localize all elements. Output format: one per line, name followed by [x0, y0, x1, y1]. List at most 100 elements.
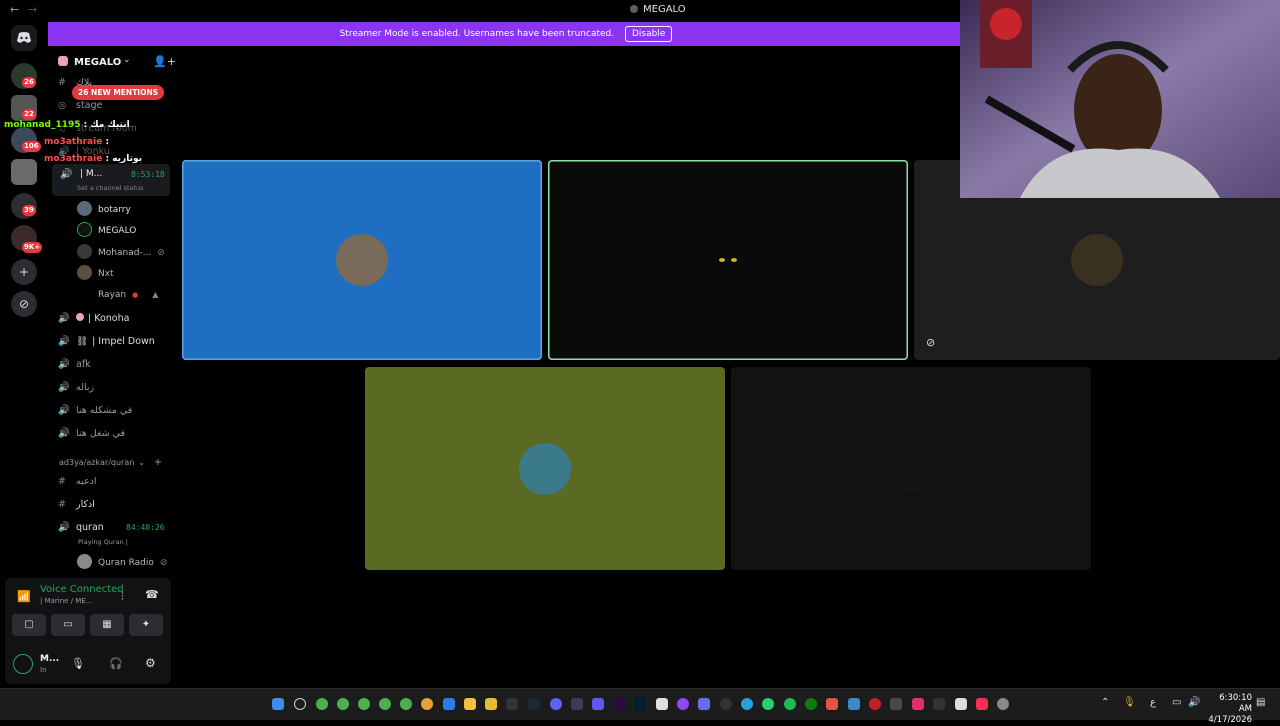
voice-connected-label[interactable]: Voice Connected [40, 584, 124, 595]
app-icon[interactable] [592, 698, 604, 710]
invite-people-icon[interactable]: 👤+ [153, 55, 176, 68]
text-channel-icon: # [58, 499, 66, 510]
camera-off-button[interactable]: ▢ [12, 614, 46, 636]
channel-item[interactable]: # اذكار [58, 499, 95, 510]
voice-channel[interactable]: 🔊 في شغل هنا [58, 428, 125, 439]
chrome-icon[interactable] [337, 698, 349, 710]
voice-channel[interactable]: 🔊 quran [58, 522, 104, 533]
speaker-icon: 🔊 [58, 428, 70, 439]
voice-member[interactable]: Nxt [77, 265, 114, 280]
gear-icon[interactable]: ⚙ [145, 656, 156, 670]
voice-member[interactable]: Mohanad-... ⊘ [77, 244, 165, 259]
disconnect-icon[interactable]: ☎ [145, 588, 159, 601]
channel-category[interactable]: ad3ya/azkar/quran ⌄ [59, 458, 145, 467]
mention-badge: 39 [22, 205, 36, 216]
voice-channel[interactable]: 🔊 ⛓ | Impel Down [58, 336, 155, 347]
server-header[interactable]: MEGALO ⌄ 👤+ [48, 46, 176, 78]
tiktok-icon[interactable] [976, 698, 988, 710]
chevron-up-icon[interactable]: ⌃ [1101, 697, 1109, 708]
active-voice-channel[interactable]: 🔊 | M... 8:53:18 Set a channel status [52, 164, 170, 196]
activities-button[interactable]: ▦ [90, 614, 124, 636]
chrome-icon[interactable] [421, 698, 433, 710]
participant-tile[interactable] [365, 367, 725, 570]
search-icon[interactable] [294, 698, 306, 710]
app-icon[interactable] [955, 698, 967, 710]
explore-servers-icon[interactable]: ⊘ [11, 291, 37, 317]
discord-icon[interactable] [550, 698, 562, 710]
app-icon[interactable] [848, 698, 860, 710]
chrome-icon[interactable] [358, 698, 370, 710]
voice-member[interactable]: botarry [77, 201, 131, 216]
chrome-icon[interactable] [316, 698, 328, 710]
notification-icon[interactable]: ▤ [1256, 697, 1265, 708]
file-explorer-icon[interactable] [464, 698, 476, 710]
chat-overlay-line: mo3athraie : بوتاريه [4, 154, 142, 164]
app-icon[interactable] [826, 698, 838, 710]
share-screen-button[interactable]: ▭ [51, 614, 85, 636]
add-server-icon[interactable]: + [11, 259, 37, 285]
language-indicator[interactable]: ع [1150, 697, 1156, 708]
voice-channel[interactable]: 🔊 | Konoha [58, 313, 129, 324]
edge-icon[interactable] [443, 698, 455, 710]
participant-tile[interactable] [182, 160, 542, 360]
system-clock[interactable]: 6:30:10 AM 4/17/2026 [1206, 693, 1252, 726]
mic-off-icon: ⊘ [926, 336, 936, 349]
chrome-icon[interactable] [379, 698, 391, 710]
app-icon[interactable] [912, 698, 924, 710]
participant-tile[interactable] [548, 160, 908, 360]
settings-icon[interactable] [997, 698, 1009, 710]
app-icon[interactable] [485, 698, 497, 710]
voice-member[interactable]: Quran Radio ⊘ [77, 554, 167, 569]
app-icon[interactable] [571, 698, 583, 710]
chrome-icon[interactable] [400, 698, 412, 710]
channel-item[interactable]: # ادعيه [58, 476, 97, 487]
disable-button[interactable]: Disable [624, 26, 673, 42]
app-icon[interactable] [506, 698, 518, 710]
telegram-icon[interactable] [741, 698, 753, 710]
avatar [77, 222, 92, 237]
banner-message: Streamer Mode is enabled. Usernames have… [339, 29, 615, 39]
teams-icon[interactable] [698, 698, 710, 710]
volume-icon[interactable]: 🔊 [1188, 697, 1200, 708]
new-mentions-pill[interactable]: 26 NEW MENTIONS [72, 85, 165, 100]
photoshop-icon[interactable] [634, 698, 646, 710]
back-arrow-icon[interactable]: ← [10, 3, 19, 16]
microphone-icon[interactable]: 🎙 [1123, 697, 1136, 708]
app-icon[interactable] [656, 698, 668, 710]
noise-suppression-icon[interactable]: ⫶ [121, 590, 124, 604]
app-icon[interactable] [933, 698, 945, 710]
start-menu-icon[interactable] [272, 698, 284, 710]
channel-item[interactable]: ◎ stage [58, 100, 102, 111]
speaker-icon: 🔊 [58, 382, 70, 393]
app-icon[interactable] [677, 698, 689, 710]
voice-channel[interactable]: 🔊 زباله [58, 382, 94, 393]
microphone-icon[interactable]: 🎙 [71, 657, 85, 670]
premiere-icon[interactable] [613, 698, 625, 710]
voice-member[interactable]: Rayan ● ▲ [77, 286, 158, 301]
discord-home-icon[interactable] [11, 25, 37, 51]
channel-status-link[interactable]: Set a channel status [77, 184, 144, 192]
headphones-icon[interactable]: 🎧 [109, 657, 123, 670]
participant-tile[interactable] [731, 367, 1091, 570]
voice-channel[interactable]: 🔊 afk [58, 359, 91, 370]
voice-member[interactable]: MEGALO [77, 222, 136, 237]
voice-channel[interactable]: 🔊 في مشكله هنا [58, 405, 132, 416]
app-icon[interactable] [720, 698, 732, 710]
steam-icon[interactable] [528, 698, 540, 710]
streamer-webcam [960, 0, 1280, 198]
create-channel-icon[interactable]: + [154, 457, 162, 468]
spotify-icon[interactable] [784, 698, 796, 710]
speaker-icon: 🔊 [58, 336, 70, 347]
avatar[interactable] [13, 654, 33, 674]
whatsapp-icon[interactable] [762, 698, 774, 710]
cowboy-avatar-icon [519, 442, 571, 495]
channel-label: | Konoha [88, 313, 130, 324]
forward-arrow-icon[interactable]: → [28, 3, 37, 16]
xbox-icon[interactable] [805, 698, 817, 710]
app-icon[interactable] [869, 698, 881, 710]
streamer-mode-banner: Streamer Mode is enabled. Usernames have… [48, 22, 960, 46]
app-icon[interactable] [890, 698, 902, 710]
deafened-icon: ⊘ [157, 248, 165, 258]
soundboard-button[interactable]: ✦ [129, 614, 163, 636]
network-icon[interactable]: ▭ [1172, 697, 1181, 708]
